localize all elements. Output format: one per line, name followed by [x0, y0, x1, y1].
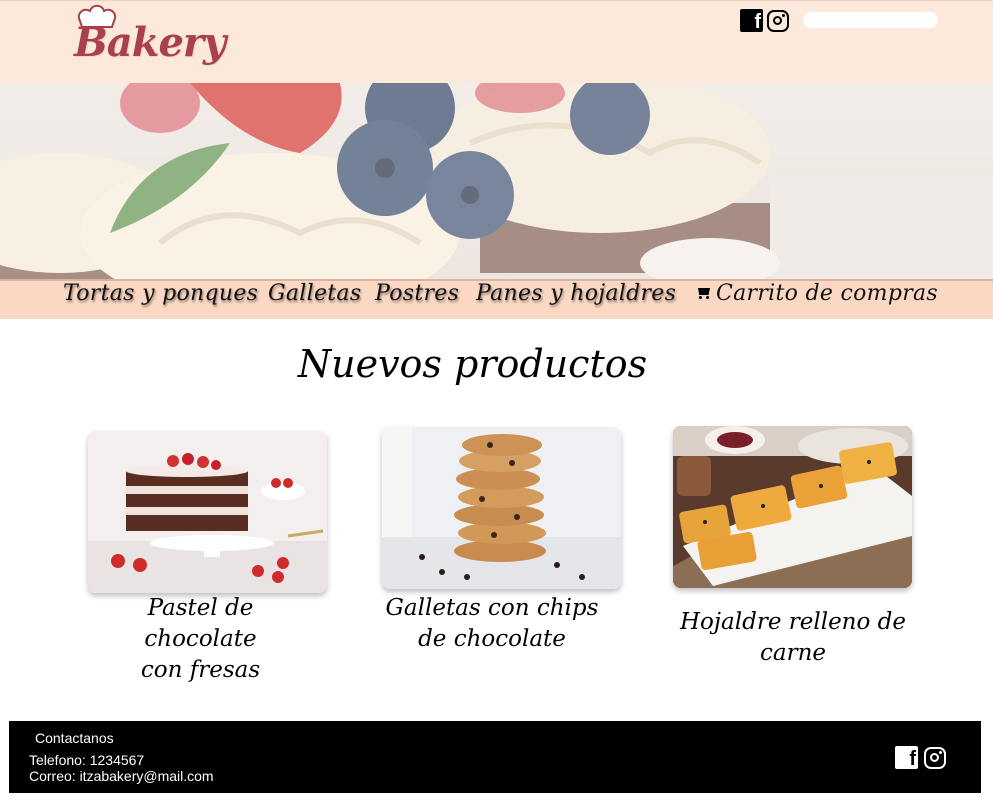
- nav-item-postres[interactable]: Postres: [375, 281, 459, 306]
- nav-item-cart-label: Carrito de compras: [716, 281, 939, 306]
- hero-overlay: [0, 83, 993, 279]
- logo-text: Bakery: [74, 19, 226, 66]
- nav-item-panes[interactable]: Panes y hojaldres: [476, 281, 676, 306]
- search-input[interactable]: [803, 12, 938, 28]
- footer: Contactanos Telefono: 1234567 Correo: it…: [9, 721, 981, 793]
- footer-email: Correo: itzabakery@mail.com: [29, 768, 214, 784]
- product-image-pastries[interactable]: [673, 426, 912, 588]
- product-title-cookies[interactable]: Galletas con chips de chocolate: [382, 593, 602, 655]
- product-title-cake[interactable]: Pastel de chocolate con fresas: [88, 593, 313, 686]
- facebook-icon[interactable]: f: [740, 9, 763, 32]
- cart-icon: [696, 287, 712, 299]
- section-title: Nuevos productos: [297, 342, 648, 386]
- product-title-cake-line1: Pastel de chocolate: [144, 595, 257, 652]
- bakery-logo[interactable]: Bakery: [70, 3, 226, 79]
- facebook-icon[interactable]: f: [895, 746, 918, 769]
- product-title-cake-line2: con fresas: [140, 657, 261, 683]
- product-title-pastries[interactable]: Hojaldre relleno de carne: [652, 607, 934, 669]
- product-title-cookies-line2: de chocolate: [418, 626, 566, 652]
- header: Bakery f: [0, 0, 993, 83]
- header-social-links: f: [740, 9, 789, 32]
- nav-item-galletas[interactable]: Galletas: [268, 281, 361, 306]
- instagram-icon[interactable]: [924, 746, 946, 769]
- footer-contact-label: Contactanos: [35, 730, 114, 746]
- product-image-cookies[interactable]: [382, 427, 621, 589]
- footer-social-links: f: [895, 746, 946, 769]
- main-nav: Tortas y ponques Galletas Postres Panes …: [0, 279, 993, 319]
- product-title-cookies-line1: Galletas con chips: [385, 595, 599, 621]
- footer-phone: Telefono: 1234567: [29, 752, 145, 768]
- instagram-icon[interactable]: [767, 9, 789, 32]
- hero-banner: [0, 83, 993, 279]
- product-image-cake[interactable]: [88, 431, 327, 593]
- nav-item-tortas[interactable]: Tortas y ponques: [63, 281, 258, 306]
- nav-item-cart[interactable]: Carrito de compras: [696, 281, 938, 306]
